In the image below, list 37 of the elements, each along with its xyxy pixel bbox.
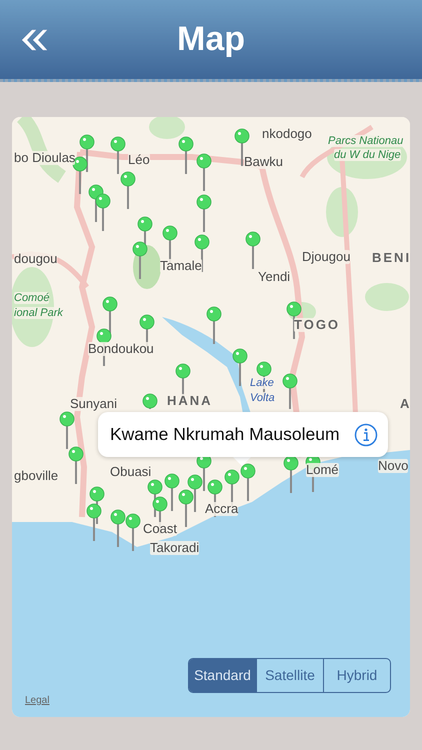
place-label: Sunyani (70, 397, 117, 412)
place-label: bo Dioulas (14, 151, 76, 166)
place-label: Tamale (160, 259, 202, 274)
map-type-tab[interactable]: Hybrid (323, 659, 390, 692)
place-label: Yendi (258, 270, 290, 284)
place-label: gboville (14, 469, 58, 484)
place-label: Léo (128, 153, 150, 168)
double-chevron-icon (20, 28, 48, 52)
place-label: Bondoukou (88, 342, 154, 356)
back-button[interactable] (20, 28, 48, 52)
place-label: Lomé (306, 463, 339, 478)
place-label: Novo (378, 459, 408, 474)
callout-title: Kwame Nkrumah Mausoleum (110, 423, 340, 446)
park-label: Comoé (14, 292, 50, 304)
park-area (149, 117, 185, 139)
park-area (326, 187, 358, 237)
place-label: dougou (14, 252, 58, 266)
country-label: TOGO (294, 318, 340, 332)
place-label: Coast (143, 522, 177, 536)
park-label: Parcs Nationau (328, 135, 404, 148)
place-label: Obuasi (110, 465, 152, 480)
callout-bubble[interactable]: Kwame Nkrumah Mausoleum (98, 412, 388, 457)
park-label: du W du Nige (334, 149, 401, 162)
legal-link[interactable]: Legal (25, 693, 50, 708)
map-type-tab[interactable]: Satellite (256, 659, 323, 692)
info-icon[interactable] (354, 422, 378, 446)
lake-label: Volta (250, 392, 275, 404)
park-area (365, 283, 409, 311)
place-label: Bawku (244, 155, 284, 170)
place-label: Takoradi (150, 541, 200, 556)
screen-title: Map (177, 19, 245, 60)
place-label: nkodogo (262, 127, 312, 142)
lake-label: Lake (250, 377, 274, 390)
map-type-tab[interactable]: Standard (189, 659, 256, 692)
park-label: ional Park (14, 307, 63, 320)
place-label: Accra (205, 502, 238, 516)
place-label: Djougou (302, 250, 350, 264)
